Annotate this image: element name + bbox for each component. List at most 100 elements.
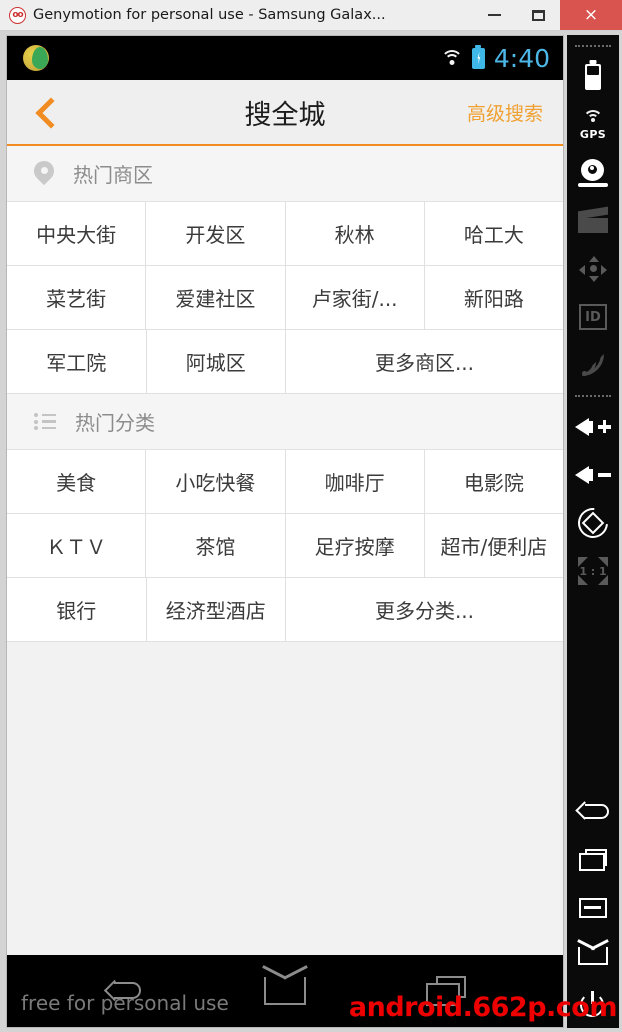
category-cell[interactable]: 电影院 [424,450,563,513]
network-signal-icon [580,352,606,378]
toolbar-scale-button[interactable]: 1 : 1 [567,547,619,595]
toolbar-back-button[interactable] [567,788,619,836]
category-cell[interactable]: ＫＴＶ [7,514,147,577]
minimize-button[interactable] [472,0,516,30]
maximize-button[interactable] [516,0,560,30]
toolbar-network-button[interactable] [567,341,619,389]
toolbar-recents-button[interactable] [567,836,619,884]
district-cell[interactable]: 秋林 [285,202,425,265]
toolbar-video-button[interactable] [567,197,619,245]
genymotion-window: oo Genymotion for personal use - Samsung… [0,0,622,1032]
category-cell[interactable]: 银行 [7,578,147,641]
android-screen: 4:40 搜全城 高级搜索 热门商区 中央大街 开发区 秋林 哈工大 菜艺街 爱… [6,35,618,1028]
nav-home-icon [578,947,608,965]
navbar-home-button[interactable] [249,967,321,1015]
toolbar-gps-button[interactable]: GPS [567,101,619,149]
toolbar-home-button[interactable] [567,932,619,980]
nav-home-icon [263,977,306,1005]
nav-back-icon [578,801,609,823]
bullet-list-icon [34,413,56,430]
category-cell[interactable]: 美食 [7,450,147,513]
category-cell[interactable]: 足疗按摩 [285,514,425,577]
genymotion-toolbar: GPS ID 1: 1 [567,35,619,1028]
gps-label: GPS [579,128,607,141]
video-recorder-icon [578,206,608,233]
genymotion-logo-icon: oo [9,6,26,24]
rotate-screen-icon [571,501,615,545]
maximize-icon [531,9,545,21]
district-cell[interactable]: 军工院 [7,330,147,393]
categories-grid: 美食 小吃快餐 咖啡厅 电影院 ＫＴＶ 茶馆 足疗按摩 超市/便利店 银行 经济… [7,450,563,642]
district-cell[interactable]: 中央大街 [7,202,147,265]
section-header-categories: 热门分类 [7,394,563,450]
grid-row: 军工院 阿城区 更多商区... [7,330,563,394]
district-cell[interactable]: 开发区 [146,202,286,265]
toolbar-separator-mid [575,395,611,397]
district-cell[interactable]: 哈工大 [424,202,563,265]
back-chevron-icon[interactable] [33,99,59,125]
close-icon: × [583,4,599,25]
grid-row: ＫＴＶ 茶馆 足疗按摩 超市/便利店 [7,514,563,578]
scale-one-to-one-icon: 1 : 1 [577,557,609,585]
titlebar-left: oo Genymotion for personal use - Samsung… [0,0,472,30]
section-label-districts: 热门商区 [73,163,153,187]
districts-grid: 中央大街 开发区 秋林 哈工大 菜艺街 爱建社区 卢家街/... 新阳路 军工院… [7,202,563,394]
grid-row: 美食 小吃快餐 咖啡厅 电影院 [7,450,563,514]
more-districts-cell[interactable]: 更多商区... [286,330,563,393]
toolbar-separator-top [575,45,611,47]
nav-menu-icon [579,898,607,918]
minimize-icon [487,14,501,16]
advanced-search-link[interactable]: 高级搜索 [467,99,543,126]
grid-row: 菜艺街 爱建社区 卢家街/... 新阳路 [7,266,563,330]
window-titlebar: oo Genymotion for personal use - Samsung… [0,0,622,31]
district-cell[interactable]: 卢家街/... [285,266,425,329]
toolbar-menu-button[interactable] [567,884,619,932]
battery-charging-icon [471,47,485,69]
grid-row: 银行 经济型酒店 更多分类... [7,578,563,642]
statusbar-right: 4:40 [440,43,550,73]
scale-label: 1 : 1 [579,565,607,578]
section-label-categories: 热门分类 [75,411,155,435]
category-cell[interactable]: 经济型酒店 [146,578,286,641]
app-header: 搜全城 高级搜索 [7,80,563,146]
toolbar-dpad-button[interactable] [567,245,619,293]
gps-icon: GPS [577,110,609,141]
toolbar-identifiers-button[interactable]: ID [567,293,619,341]
district-cell[interactable]: 新阳路 [424,266,563,329]
app-launcher-icon [23,45,49,71]
window-controls: × [472,0,622,30]
camera-icon [578,159,608,187]
statusbar-clock: 4:40 [493,43,550,73]
category-cell[interactable]: 超市/便利店 [424,514,563,577]
app-content: 搜全城 高级搜索 热门商区 中央大街 开发区 秋林 哈工大 菜艺街 爱建社区 卢… [7,80,563,955]
more-categories-cell[interactable]: 更多分类... [286,578,563,641]
android-statusbar: 4:40 [7,36,563,80]
section-header-districts: 热门商区 [7,146,563,202]
android-navbar: free for personal use android.662p.com [7,955,618,1027]
wifi-icon [440,49,463,67]
empty-area [7,642,563,955]
district-cell[interactable]: 菜艺街 [7,266,147,329]
identifiers-icon: ID [579,304,607,330]
dpad-icon [579,256,607,282]
toolbar-volume-down-button[interactable] [567,451,619,499]
battery-widget-icon [585,64,601,90]
toolbar-rotate-button[interactable] [567,499,619,547]
window-body: 4:40 搜全城 高级搜索 热门商区 中央大街 开发区 秋林 哈工大 菜艺街 爱… [0,31,622,1032]
district-cell[interactable]: 阿城区 [146,330,286,393]
grid-row: 中央大街 开发区 秋林 哈工大 [7,202,563,266]
volume-down-icon [575,462,611,488]
map-pin-icon [34,161,54,187]
toolbar-camera-button[interactable] [567,149,619,197]
category-cell[interactable]: 茶馆 [146,514,286,577]
toolbar-volume-up-button[interactable] [567,403,619,451]
category-cell[interactable]: 小吃快餐 [146,450,286,513]
close-button[interactable]: × [560,0,622,30]
watermark-site-text: android.662p.com [348,992,618,1023]
genymotion-logo-glyph: oo [12,9,23,20]
window-title: Genymotion for personal use - Samsung Ga… [33,7,386,23]
district-cell[interactable]: 爱建社区 [146,266,286,329]
watermark-free-text: free for personal use [21,991,229,1015]
category-cell[interactable]: 咖啡厅 [285,450,425,513]
toolbar-battery-button[interactable] [567,53,619,101]
